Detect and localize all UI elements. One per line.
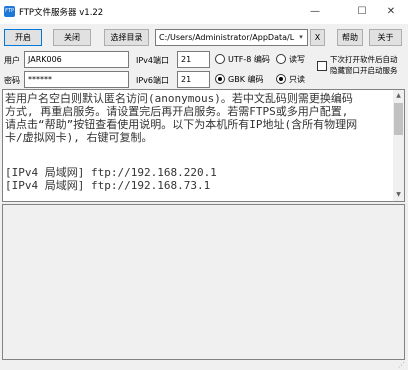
readwrite-label: 读写 [289,55,305,64]
log-line: 若用户名空白则默认匿名访问(anonymous)。若中文乱码则需更换编码 [5,92,353,105]
user-input[interactable]: JARK006 [24,51,129,68]
help-button[interactable]: 帮助 [337,29,363,46]
scroll-up-icon[interactable]: ▲ [393,91,404,101]
ipv4-port-label: IPv4端口 [136,56,170,65]
password-label: 密码 [4,76,20,85]
clear-path-button[interactable]: X [310,29,325,46]
ipv4-port-input[interactable]: 21 [177,51,210,68]
password-input[interactable]: ****** [24,71,129,88]
maximize-button[interactable]: ☐ [349,4,375,20]
readwrite-radio[interactable]: 读写 [276,54,312,65]
log-line-ip: [IPv4 局域网] ftp://192.168.73.1 [5,179,211,192]
log-line: 卡/虚拟网卡), 右键可复制。 [5,131,153,144]
log-textarea[interactable]: 若用户名空白则默认匿名访问(anonymous)。若中文乱码则需更换编码 方式,… [2,89,405,202]
path-value: C:/Users/Administrator/AppData/L [159,33,295,42]
window-title: FTP文件服务器 v1.22 [19,8,104,18]
gbk-radio[interactable]: GBK 编码 [215,74,275,85]
scrollbar-thumb[interactable] [394,103,403,135]
log-line: 方式, 再重启服务。请设置完后再开启服务。若需FTPS或多用户配置, [5,105,349,118]
vertical-scrollbar[interactable]: ▲ ▼ [393,90,404,201]
readonly-radio[interactable]: 只读 [276,74,312,85]
app-icon: FTP [4,6,15,17]
user-label: 用户 [4,56,20,65]
utf8-radio[interactable]: UTF-8 编码 [215,54,275,65]
stop-button[interactable]: 关闭 [53,29,91,46]
readonly-label: 只读 [289,75,305,84]
lower-panel [2,204,405,360]
utf8-label: UTF-8 编码 [228,55,270,64]
autostart-label-line2: 隐藏窗口开启动服务 [330,66,398,75]
about-button[interactable]: 关于 [369,29,402,46]
readwrite-radio-circle[interactable] [276,54,286,64]
gbk-label: GBK 编码 [228,75,264,84]
select-directory-button[interactable]: 选择目录 [104,29,149,46]
gbk-radio-circle[interactable] [215,74,225,84]
autostart-label-line1: 下次打开软件后自动 [330,55,398,64]
path-combobox[interactable]: C:/Users/Administrator/AppData/L ▾ [155,29,308,46]
log-line-ip: [IPv4 局域网] ftp://192.168.220.1 [5,166,217,179]
start-button[interactable]: 开启 [4,29,42,46]
minimize-button[interactable]: — [302,4,328,20]
title-bar: FTP FTP文件服务器 v1.22 — ☐ ✕ [0,0,408,24]
scroll-down-icon[interactable]: ▼ [393,190,404,200]
ipv6-port-input[interactable]: 21 [177,71,210,88]
resize-grip-icon[interactable]: ⋰ [398,361,406,369]
status-bar: ⋰ [0,361,408,370]
chevron-down-icon[interactable]: ▾ [295,30,307,45]
ipv6-port-label: IPv6端口 [136,76,170,85]
log-line: 请点击“帮助”按钮查看使用说明。以下为本机所有IP地址(含所有物理网 [5,118,358,131]
close-button[interactable]: ✕ [378,4,404,20]
readonly-radio-circle[interactable] [276,74,286,84]
utf8-radio-circle[interactable] [215,54,225,64]
autostart-checkbox[interactable] [317,61,327,71]
